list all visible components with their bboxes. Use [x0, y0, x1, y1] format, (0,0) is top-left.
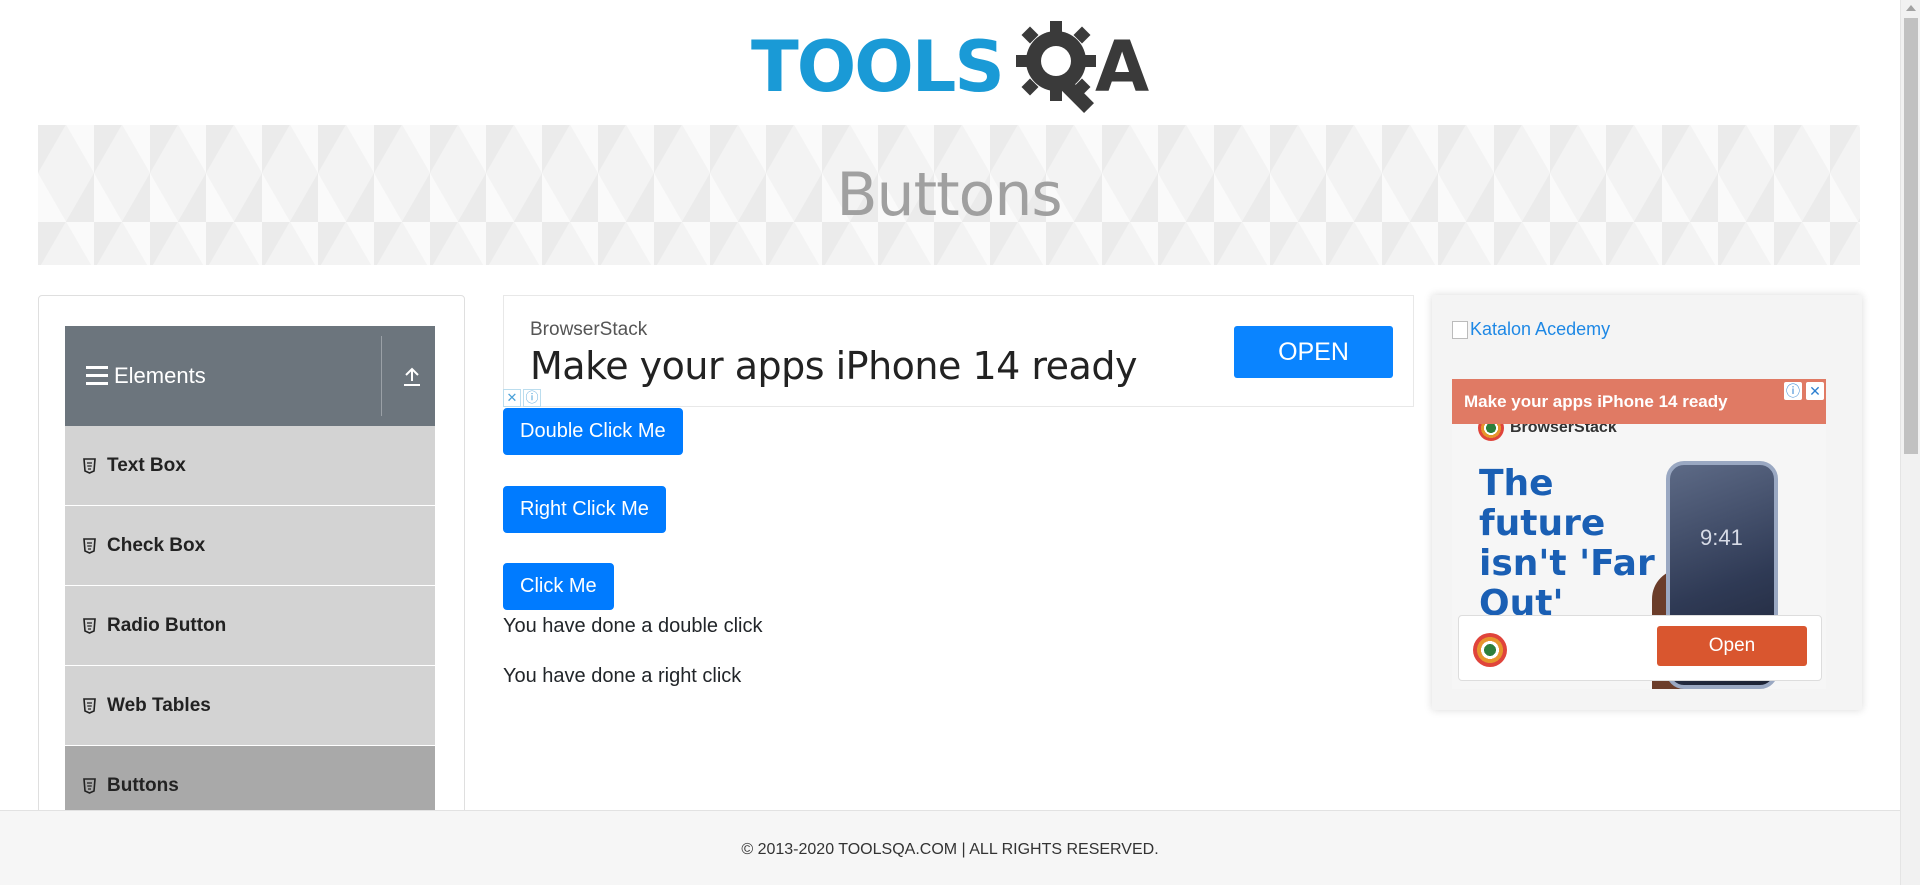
sidebar-item-label: Text Box: [107, 455, 186, 476]
sidebar-item-label: Radio Button: [107, 615, 227, 636]
sidebar-item-radio-button[interactable]: Radio Button: [65, 586, 435, 666]
sidebar-item-label: Check Box: [107, 535, 206, 556]
right-click-button[interactable]: Right Click Me: [503, 486, 666, 533]
ad-open-button[interactable]: Open: [1657, 626, 1807, 666]
logo-text: TOOLS: [751, 26, 1005, 108]
ad-brand: BrowserStack: [530, 319, 648, 340]
ad-headline: Make your apps iPhone 14 ready: [530, 344, 1137, 388]
right-click-message: You have done a right click: [503, 665, 742, 687]
html5-icon: [83, 618, 96, 634]
sidebar-item-text-box[interactable]: Text Box: [65, 426, 435, 506]
broken-image-icon: [1452, 320, 1468, 339]
elements-menu: Text Box Check Box Radio Button Web Tabl…: [65, 426, 435, 826]
scroll-up-arrow-icon[interactable]: [1906, 5, 1916, 11]
ad-header-bar: Make your apps iPhone 14 ready: [1452, 379, 1826, 424]
ad-bar-text: Make your apps iPhone 14 ready: [1464, 392, 1728, 411]
close-icon[interactable]: ✕: [1806, 382, 1824, 400]
browserstack-logo-icon: [1473, 633, 1507, 667]
sidebar-item-web-tables[interactable]: Web Tables: [65, 666, 435, 746]
sidebar-item-check-box[interactable]: Check Box: [65, 506, 435, 586]
top-advertisement[interactable]: BrowserStack Make your apps iPhone 14 re…: [503, 295, 1414, 407]
ad-tagline: The future isn't 'Far Out': [1479, 463, 1655, 624]
sidebar-item-label: Web Tables: [107, 695, 211, 716]
page-banner: Buttons: [38, 125, 1860, 265]
double-click-button[interactable]: Double Click Me: [503, 408, 683, 455]
html5-icon: [83, 778, 96, 794]
ad-cta-panel: Open: [1458, 615, 1822, 681]
ad-controls: ⓘ ✕: [1784, 382, 1824, 400]
double-click-message: You have done a double click: [503, 615, 763, 637]
gear-magnifier-icon: [1016, 21, 1096, 113]
page-footer: © 2013-2020 TOOLSQA.COM | ALL RIGHTS RES…: [0, 810, 1900, 885]
logo-text-tail: A: [1095, 26, 1150, 108]
header-divider: [381, 336, 382, 416]
scrollbar-thumb[interactable]: [1904, 18, 1918, 454]
elements-group-header[interactable]: Elements: [65, 326, 435, 426]
right-advertisement[interactable]: Katalon Acedemy BrowserStack The future …: [1432, 295, 1862, 710]
toolsqa-logo[interactable]: TOOLS A: [751, 19, 1153, 114]
html5-icon: [83, 538, 96, 554]
group-title: Elements: [114, 363, 206, 388]
phone-time: 9:41: [1700, 525, 1743, 550]
sidebar-item-label: Buttons: [107, 775, 179, 796]
close-icon[interactable]: ✕: [503, 389, 521, 407]
html5-icon: [83, 698, 96, 714]
ad-open-button[interactable]: OPEN: [1234, 326, 1393, 378]
page-title: Buttons: [836, 160, 1062, 230]
hamburger-icon: [86, 366, 108, 386]
html5-icon: [83, 458, 96, 474]
info-icon[interactable]: ⓘ: [1784, 382, 1802, 400]
info-icon[interactable]: ⓘ: [523, 389, 541, 407]
click-me-button[interactable]: Click Me: [503, 563, 614, 610]
collapse-arrow-icon[interactable]: [401, 366, 423, 388]
broken-image-alt: Katalon Acedemy: [1470, 319, 1611, 339]
adchoices-controls: ✕ ⓘ: [503, 389, 543, 407]
browserstack-ad[interactable]: BrowserStack The future isn't 'Far Out' …: [1452, 379, 1826, 689]
katalon-ad-link[interactable]: Katalon Acedemy: [1452, 319, 1610, 340]
copyright-text: © 2013-2020 TOOLSQA.COM | ALL RIGHTS RES…: [741, 841, 1159, 858]
vertical-scrollbar[interactable]: [1900, 0, 1920, 885]
